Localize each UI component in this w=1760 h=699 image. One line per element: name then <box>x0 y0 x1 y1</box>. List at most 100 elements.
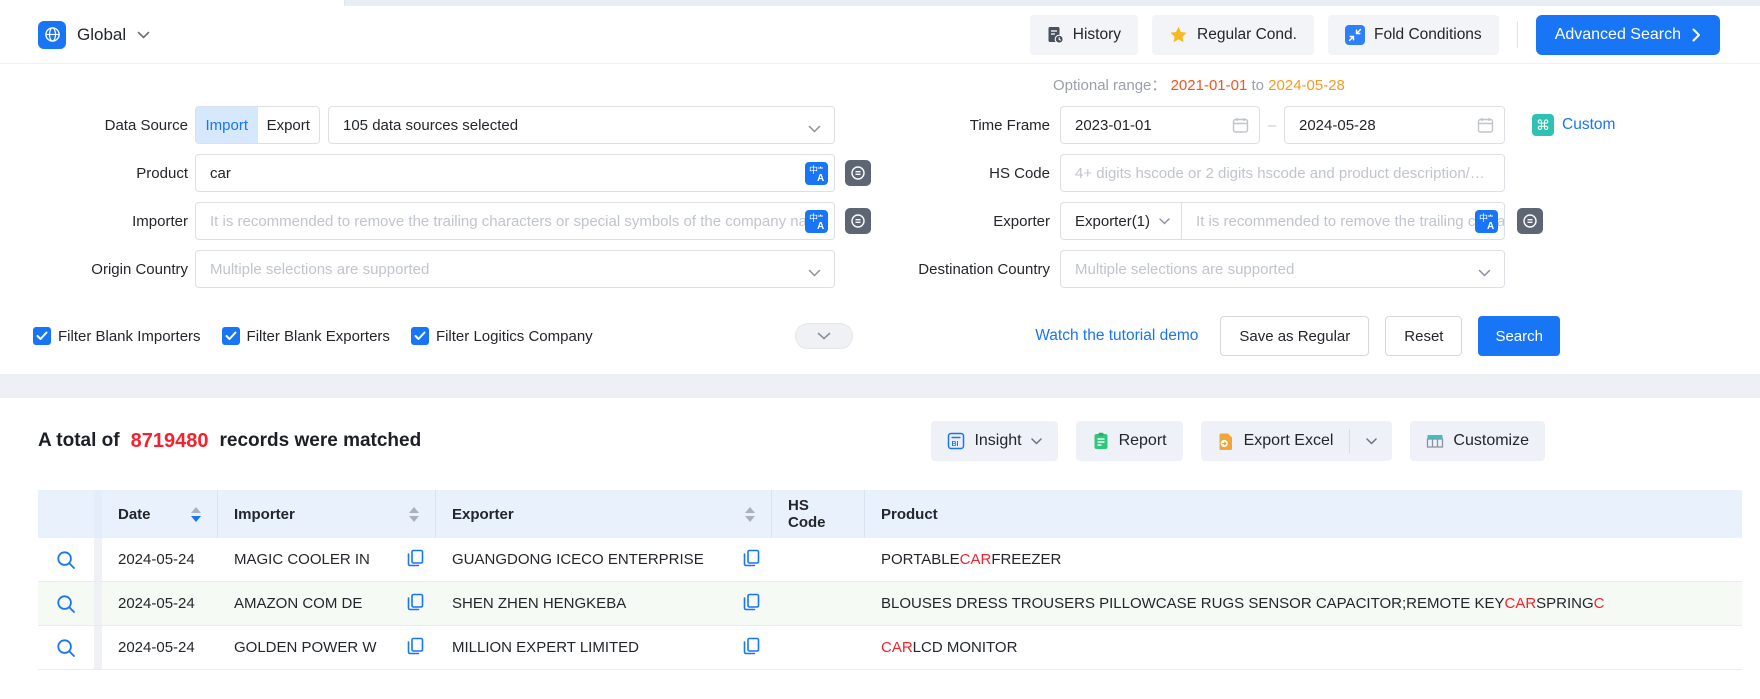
top-strip-bg <box>345 0 1760 6</box>
header-exporter[interactable]: Exporter <box>436 490 772 538</box>
hs-code-label: HS Code <box>882 165 1050 182</box>
translate-icon[interactable]: 中A <box>1475 210 1498 233</box>
header-product: Product <box>865 490 1742 538</box>
header-exporter-label: Exporter <box>452 506 514 523</box>
exporter-label: Exporter <box>882 213 1050 230</box>
magnifier-icon <box>56 638 76 658</box>
chevron-down-icon <box>1031 438 1042 445</box>
checkbox-checked-icon <box>33 327 51 345</box>
svg-text:A: A <box>817 173 824 184</box>
copy-icon[interactable] <box>743 549 760 571</box>
start-date-input[interactable]: 2023-01-01 <box>1060 106 1260 144</box>
hs-code-input[interactable]: 4+ digits hscode or 2 digits hscode and … <box>1060 154 1505 192</box>
translate-icon[interactable]: 中A <box>805 210 828 233</box>
header-importer[interactable]: Importer <box>218 490 436 538</box>
product-cell: CAR LCD MONITOR <box>865 626 1742 669</box>
importer-name[interactable]: MAGIC COOLER IN <box>234 551 370 568</box>
product-value: car <box>196 165 245 182</box>
insight-button[interactable]: BI Insight <box>931 421 1057 461</box>
table-row[interactable]: 2024-05-24 MAGIC COOLER IN GUANGDONG ICE… <box>38 538 1742 582</box>
importer-name[interactable]: GOLDEN POWER W <box>234 639 377 656</box>
date-cell: 2024-05-24 <box>102 626 218 669</box>
sort-asc-icon[interactable] <box>745 507 755 513</box>
optional-range-end: 2024-05-28 <box>1268 77 1345 94</box>
regular-cond-button[interactable]: Regular Cond. <box>1152 15 1314 55</box>
table-body: 2024-05-24 MAGIC COOLER IN GUANGDONG ICE… <box>38 538 1742 670</box>
sort-asc-icon[interactable] <box>409 507 419 513</box>
chevron-right-icon <box>1692 28 1701 42</box>
checkbox-filter-blank-importers[interactable]: Filter Blank Importers <box>33 327 201 345</box>
regular-cond-label: Regular Cond. <box>1197 26 1297 44</box>
exporter-input[interactable]: Exporter(1) It is recommended to remove … <box>1060 202 1505 240</box>
translate-icon[interactable]: 中A <box>805 162 828 185</box>
calendar-icon[interactable] <box>1232 117 1249 139</box>
sort-desc-icon[interactable] <box>409 516 419 522</box>
exporter-cell: MILLION EXPERT LIMITED <box>436 626 772 669</box>
history-button[interactable]: History <box>1030 15 1138 55</box>
copy-icon[interactable] <box>407 593 424 615</box>
customize-button[interactable]: Customize <box>1410 421 1545 461</box>
import-toggle[interactable]: Import <box>196 107 258 143</box>
export-toggle[interactable]: Export <box>258 107 320 143</box>
data-sources-value: 105 data sources selected <box>329 117 532 134</box>
customize-label: Customize <box>1453 432 1529 450</box>
table-row[interactable]: 2024-05-24 GOLDEN POWER W MILLION EXPERT… <box>38 626 1742 670</box>
custom-time-link[interactable]: ⌘ Custom <box>1532 114 1615 136</box>
copy-icon[interactable] <box>407 549 424 571</box>
magnifier-icon <box>56 594 76 614</box>
destination-country-placeholder: Multiple selections are supported <box>1061 261 1504 278</box>
origin-country-select[interactable]: Multiple selections are supported <box>195 250 835 288</box>
destination-country-select[interactable]: Multiple selections are supported <box>1060 250 1505 288</box>
header-fixed-strip <box>94 490 102 538</box>
view-detail-button[interactable] <box>38 582 94 625</box>
tutorial-demo-link[interactable]: Watch the tutorial demo <box>1035 327 1198 345</box>
checkbox-filter-blank-exporters[interactable]: Filter Blank Exporters <box>222 327 390 345</box>
product-input[interactable]: car 中A <box>195 154 835 192</box>
exporter-name[interactable]: MILLION EXPERT LIMITED <box>452 639 639 656</box>
header-date[interactable]: Date <box>102 490 218 538</box>
exporter-type-select[interactable]: Exporter(1) <box>1061 203 1182 239</box>
exclude-keywords-icon[interactable] <box>1517 208 1543 234</box>
advanced-search-button[interactable]: Advanced Search <box>1536 15 1720 55</box>
region-switcher[interactable]: Global <box>38 21 150 49</box>
sort-desc-icon[interactable] <box>745 516 755 522</box>
reset-button[interactable]: Reset <box>1385 316 1462 356</box>
export-excel-split-button: Export Excel <box>1201 421 1393 461</box>
exporter-name[interactable]: GUANGDONG ICECO ENTERPRISE <box>452 551 704 568</box>
history-icon <box>1047 26 1064 44</box>
sort-control[interactable] <box>191 507 201 522</box>
product-cell: PORTABLE CAR FREEZER <box>865 538 1742 581</box>
copy-icon[interactable] <box>407 637 424 659</box>
export-excel-button[interactable]: Export Excel <box>1201 421 1350 461</box>
data-sources-select[interactable]: 105 data sources selected <box>328 106 835 144</box>
copy-icon[interactable] <box>743 637 760 659</box>
report-button[interactable]: Report <box>1076 421 1183 461</box>
sort-asc-icon[interactable] <box>191 507 201 513</box>
fold-conditions-button[interactable]: Fold Conditions <box>1328 15 1499 55</box>
exclude-keywords-icon[interactable] <box>845 208 871 234</box>
search-button[interactable]: Search <box>1478 316 1560 356</box>
view-detail-button[interactable] <box>38 538 94 581</box>
form-actions: Watch the tutorial demo Save as Regular … <box>1035 316 1560 356</box>
expand-conditions-button[interactable] <box>795 323 853 349</box>
calendar-icon[interactable] <box>1477 117 1494 139</box>
importer-input[interactable]: It is recommended to remove the trailing… <box>195 202 835 240</box>
form-row-importer-exporter: Importer It is recommended to remove the… <box>0 202 1760 240</box>
top-bar: Global History Regular Cond. Fold Condit… <box>0 6 1760 64</box>
sort-desc-icon[interactable] <box>191 516 201 522</box>
table-row[interactable]: 2024-05-24 AMAZON COM DE SHEN ZHEN HENGK… <box>38 582 1742 626</box>
command-icon: ⌘ <box>1532 114 1554 136</box>
product-text: PORTABLE <box>881 551 960 568</box>
sort-control[interactable] <box>745 507 755 522</box>
sort-control[interactable] <box>409 507 419 522</box>
end-date-input[interactable]: 2024-05-28 <box>1284 106 1505 144</box>
exporter-name[interactable]: SHEN ZHEN HENGKEBA <box>452 595 626 612</box>
export-options-button[interactable] <box>1350 421 1392 461</box>
save-as-regular-button[interactable]: Save as Regular <box>1220 316 1369 356</box>
exclude-keywords-icon[interactable] <box>845 160 871 186</box>
view-detail-button[interactable] <box>38 626 94 669</box>
copy-icon[interactable] <box>743 593 760 615</box>
checkbox-filter-logitics-company[interactable]: Filter Logitics Company <box>411 327 593 345</box>
optional-range-hint: Optional range： 2021-01-01 to 2024-05-28 <box>0 64 1760 96</box>
importer-name[interactable]: AMAZON COM DE <box>234 595 362 612</box>
